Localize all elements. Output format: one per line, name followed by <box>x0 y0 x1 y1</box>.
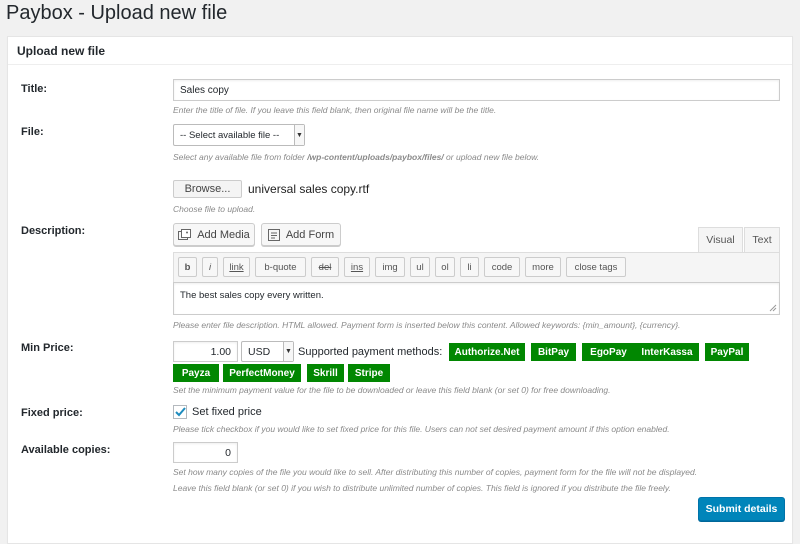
file-select-value: -- Select available file -- <box>180 129 280 141</box>
file-select[interactable]: -- Select available file -- ▼ <box>173 124 305 146</box>
chosen-file-name: universal sales copy.rtf <box>248 182 370 196</box>
qt-del-button[interactable]: del <box>311 257 339 277</box>
chevron-down-icon: ▼ <box>294 125 304 145</box>
payment-method-badge: InterKassa <box>635 343 699 361</box>
available-copies-label: Available copies: <box>21 444 111 456</box>
submit-details-button[interactable]: Submit details <box>698 497 785 521</box>
description-hint: Please enter file description. HTML allo… <box>173 320 681 330</box>
qt-italic-button[interactable]: i <box>202 257 218 277</box>
add-media-button[interactable]: Add Media <box>173 223 255 246</box>
checkmark-icon <box>174 407 186 417</box>
min-price-hint: Set the minimum payment value for the fi… <box>173 385 611 395</box>
file-hint: Select any available file from folder /w… <box>173 152 539 162</box>
file-label: File: <box>21 126 44 138</box>
fixed-price-checkbox[interactable] <box>173 405 187 419</box>
fixed-price-hint: Please tick checkbox if you would like t… <box>173 424 670 434</box>
fixed-price-label: Fixed price: <box>21 407 83 419</box>
media-icon <box>178 228 192 240</box>
tab-visual[interactable]: Visual <box>698 227 743 252</box>
add-media-label: Add Media <box>197 228 250 241</box>
currency-select[interactable]: USD ▼ <box>241 341 294 362</box>
title-hint: Enter the title of file. If you leave th… <box>173 105 497 115</box>
browse-button[interactable]: Browse... <box>173 180 242 198</box>
qt-close-tags-button[interactable]: close tags <box>566 257 626 277</box>
payment-method-badge: Stripe <box>348 364 390 382</box>
payment-method-badge: PayPal <box>705 343 749 361</box>
description-label: Description: <box>21 225 86 237</box>
qt-link-button[interactable]: link <box>223 257 250 277</box>
available-copies-input[interactable]: 0 <box>173 442 238 463</box>
add-form-button[interactable]: Add Form <box>261 223 341 246</box>
title-label: Title: <box>21 83 48 95</box>
fixed-price-checkbox-label[interactable]: Set fixed price <box>192 406 262 418</box>
qt-ol-button[interactable]: ol <box>435 257 455 277</box>
quicktags-toolbar: b i link b-quote del ins img ul ol li co… <box>173 252 780 282</box>
currency-select-value: USD <box>248 345 271 358</box>
description-textarea[interactable]: The best sales copy every written. <box>173 282 780 315</box>
page-title: Paybox - Upload new file <box>6 2 228 24</box>
add-form-label: Add Form <box>285 228 335 241</box>
qt-img-button[interactable]: img <box>375 257 405 277</box>
qt-ul-button[interactable]: ul <box>410 257 430 277</box>
qt-more-button[interactable]: more <box>525 257 561 277</box>
min-price-label: Min Price: <box>21 342 74 354</box>
payment-method-badge: Skrill <box>307 364 344 382</box>
payment-method-badge: EgoPay <box>582 343 635 361</box>
qt-ins-button[interactable]: ins <box>344 257 370 277</box>
payment-methods-label: Supported payment methods: <box>298 346 443 358</box>
file-hint-prefix: Select any available file from folder <box>173 152 308 162</box>
qt-code-button[interactable]: code <box>484 257 520 277</box>
form-icon <box>267 228 280 241</box>
copies-hint-line2: Leave this field blank (or set 0) if you… <box>173 483 671 493</box>
file-hint-path: /wp-content/uploads/paybox/files/ <box>307 152 444 162</box>
payment-method-badge: PerfectMoney <box>223 364 301 382</box>
description-content: The best sales copy every written. <box>180 290 324 301</box>
card-title: Upload new file <box>8 37 792 65</box>
qt-bquote-button[interactable]: b-quote <box>255 257 306 277</box>
payment-method-badge: Payza <box>173 364 219 382</box>
qt-li-button[interactable]: li <box>460 257 479 277</box>
tab-text[interactable]: Text <box>744 227 780 252</box>
payment-method-badge: Authorize.Net <box>449 343 525 361</box>
min-price-input[interactable]: 1.00 <box>173 341 238 362</box>
file-hint-suffix: or upload new file below. <box>443 152 540 162</box>
title-input[interactable]: Sales copy <box>173 79 780 101</box>
qt-bold-button[interactable]: b <box>178 257 197 277</box>
resize-handle-icon[interactable] <box>769 304 777 312</box>
upload-hint: Choose file to upload. <box>173 204 256 214</box>
payment-method-badge: BitPay <box>531 343 576 361</box>
upload-card: Upload new file Title: Sales copy Enter … <box>7 36 793 544</box>
chevron-down-icon: ▼ <box>283 342 293 361</box>
copies-hint-line1: Set how many copies of the file you woul… <box>173 467 698 477</box>
